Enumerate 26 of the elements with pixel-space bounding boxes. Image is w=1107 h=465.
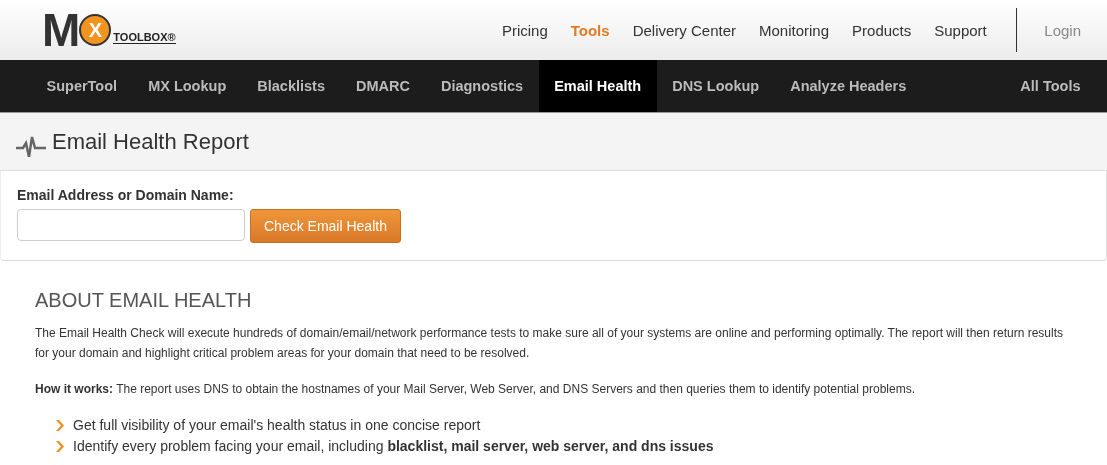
tool-tab[interactable]: MX Lookup (132, 60, 242, 112)
domain-input[interactable] (17, 209, 245, 241)
field-label: Email Address or Domain Name: (17, 187, 235, 203)
bullet-text: Get full visibility of your email's health status in one concise report (73, 416, 481, 435)
tool-tab[interactable]: Analyze Headers (774, 60, 922, 112)
nav-link[interactable]: Pricing (490, 21, 560, 39)
paragraph: How it works: The report uses DNS to obtain the hostnames of your Mail Server, Web Server, and DNS Servers and then queries them to identify potential problems. (35, 381, 916, 398)
nav-link[interactable]: Products (840, 21, 923, 39)
chevron-icon (55, 420, 64, 431)
logo-letter[interactable]: M (42, 10, 79, 50)
chevron-icon (55, 441, 64, 452)
tool-tab[interactable]: Blacklists (241, 60, 341, 112)
nav-link[interactable]: Support (922, 21, 999, 39)
all-tools-link[interactable]: All Tools (1004, 60, 1096, 112)
section-heading: ABOUT EMAIL HEALTH (35, 289, 253, 312)
logo-wordmark[interactable]: TOOLBOX® (113, 31, 176, 44)
tool-tab[interactable]: Email Health (538, 60, 657, 112)
nav-link[interactable]: Monitoring (747, 21, 841, 39)
tool-tab[interactable]: SuperTool (31, 60, 133, 112)
bullet-text: Identify every problem facing your email, including blacklist, mail server, web server, and dns issues (73, 437, 714, 456)
tool-tab[interactable]: DNS Lookup (656, 60, 775, 112)
tool-tab[interactable]: DMARC (340, 60, 426, 112)
nav-link[interactable]: Delivery Center (621, 21, 748, 39)
paragraph: The Email Health Check will execute hundreds of domain/email/network performance tests to make sure all of your systems are online and performing optimally. The report will then return results for your domain and highlight critical problem areas for your domain that need to be resolved. (35, 325, 1065, 362)
tool-tab[interactable]: Diagnostics (425, 60, 539, 112)
page-title: Email Health Report (52, 128, 249, 155)
